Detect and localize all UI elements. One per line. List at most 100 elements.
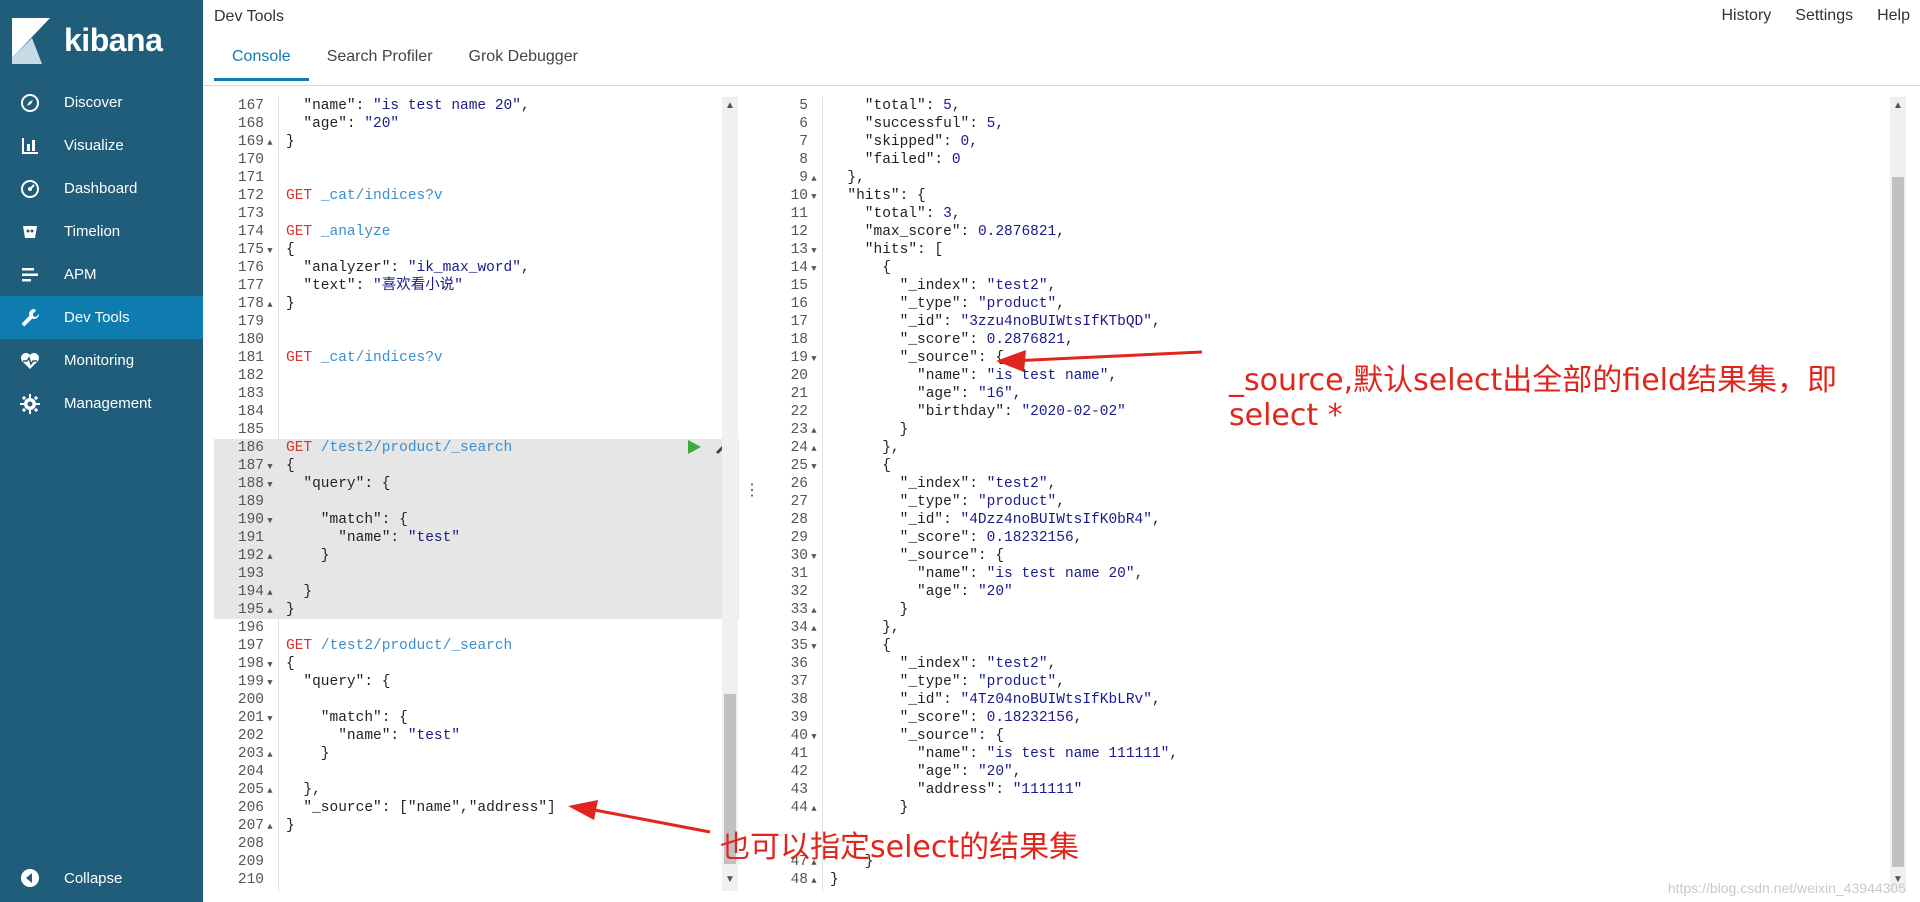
- send-request-icon[interactable]: [686, 439, 702, 455]
- code-line[interactable]: 202 "name": "test": [214, 727, 739, 745]
- code-line[interactable]: 24 ▲ },: [758, 439, 1908, 457]
- sidebar-item-apm[interactable]: APM: [0, 253, 203, 296]
- code-line[interactable]: 38 "_id": "4Tz04noBUIWtsIfKbLRv",: [758, 691, 1908, 709]
- code-line[interactable]: 208: [214, 835, 739, 853]
- code-line[interactable]: 28 "_id": "4Dzz4noBUIWtsIfK0bR4",: [758, 511, 1908, 529]
- code-line[interactable]: 18 "_score": 0.2876821,: [758, 331, 1908, 349]
- code-line[interactable]: 43 "address": "111111": [758, 781, 1908, 799]
- code-line[interactable]: 184: [214, 403, 739, 421]
- fold-toggle-icon[interactable]: ▲: [264, 602, 276, 620]
- code-line[interactable]: 16 "_type": "product",: [758, 295, 1908, 313]
- code-line[interactable]: 6 "successful": 5,: [758, 115, 1908, 133]
- code-line[interactable]: 172 GET _cat/indices?v: [214, 187, 739, 205]
- fold-toggle-icon[interactable]: ▼: [264, 710, 276, 728]
- request-editor[interactable]: 167 "name": "is test name 20", 168 "age":…: [214, 97, 739, 891]
- code-line[interactable]: 179: [214, 313, 739, 331]
- code-line[interactable]: 198 ▼ {: [214, 655, 739, 673]
- code-line[interactable]: 199 ▼ "query": {: [214, 673, 739, 691]
- code-line[interactable]: 39 "_score": 0.18232156,: [758, 709, 1908, 727]
- code-line[interactable]: 186 GET /test2/product/_search: [214, 439, 739, 457]
- code-line[interactable]: 189: [214, 493, 739, 511]
- code-line[interactable]: 192 ▲ }: [214, 547, 739, 565]
- code-line[interactable]: 178 ▲}: [214, 295, 739, 313]
- code-line[interactable]: 200: [214, 691, 739, 709]
- code-line[interactable]: 176 "analyzer": "ik_max_word",: [214, 259, 739, 277]
- sidebar-item-monitoring[interactable]: Monitoring: [0, 339, 203, 382]
- code-line[interactable]: 183: [214, 385, 739, 403]
- code-line[interactable]: 196: [214, 619, 739, 637]
- code-line[interactable]: 37 "_type": "product",: [758, 673, 1908, 691]
- fold-toggle-icon[interactable]: ▼: [808, 350, 820, 368]
- code-line[interactable]: 180: [214, 331, 739, 349]
- code-line[interactable]: 29 "_score": 0.18232156,: [758, 529, 1908, 547]
- fold-toggle-icon[interactable]: ▼: [264, 512, 276, 530]
- code-line[interactable]: 10 ▼ "hits": {: [758, 187, 1908, 205]
- tab-grok-debugger[interactable]: Grok Debugger: [451, 44, 596, 81]
- code-line[interactable]: 25 ▼ {: [758, 457, 1908, 475]
- fold-toggle-icon[interactable]: ▼: [808, 242, 820, 260]
- code-line[interactable]: 41 "name": "is test name 111111",: [758, 745, 1908, 763]
- scroll-up-icon[interactable]: ▲: [725, 100, 735, 111]
- code-line[interactable]: 169 ▲}: [214, 133, 739, 151]
- fold-toggle-icon[interactable]: ▲: [808, 440, 820, 458]
- fold-toggle-icon[interactable]: ▼: [808, 188, 820, 206]
- fold-toggle-icon[interactable]: ▼: [808, 548, 820, 566]
- code-line[interactable]: 26 "_index": "test2",: [758, 475, 1908, 493]
- sidebar-item-dev-tools[interactable]: Dev Tools: [0, 296, 203, 339]
- code-line[interactable]: 15 "_index": "test2",: [758, 277, 1908, 295]
- code-line[interactable]: 185: [214, 421, 739, 439]
- code-line[interactable]: 205 ▲ },: [214, 781, 739, 799]
- kibana-logo[interactable]: kibana: [10, 16, 200, 66]
- collapse-button[interactable]: Collapse: [0, 858, 203, 898]
- code-line[interactable]: 7 "skipped": 0,: [758, 133, 1908, 151]
- fold-toggle-icon[interactable]: ▼: [264, 476, 276, 494]
- code-line[interactable]: 11 "total": 3,: [758, 205, 1908, 223]
- fold-toggle-icon[interactable]: ▼: [264, 242, 276, 260]
- code-line[interactable]: 209: [214, 853, 739, 871]
- code-line[interactable]: 36 "_index": "test2",: [758, 655, 1908, 673]
- help-link[interactable]: Help: [1877, 7, 1910, 25]
- fold-toggle-icon[interactable]: ▼: [264, 458, 276, 476]
- scroll-up-icon[interactable]: ▲: [1893, 100, 1903, 111]
- code-line[interactable]: 14 ▼ {: [758, 259, 1908, 277]
- code-line[interactable]: 188 ▼ "query": {: [214, 475, 739, 493]
- code-line[interactable]: 195 ▲}: [214, 601, 739, 619]
- scroll-down-icon[interactable]: ▼: [725, 874, 735, 885]
- code-line[interactable]: 182: [214, 367, 739, 385]
- fold-toggle-icon[interactable]: ▲: [808, 800, 820, 818]
- sidebar-item-visualize[interactable]: Visualize: [0, 124, 203, 167]
- code-line[interactable]: 12 "max_score": 0.2876821,: [758, 223, 1908, 241]
- code-line[interactable]: 175 ▼ {: [214, 241, 739, 259]
- settings-link[interactable]: Settings: [1795, 7, 1853, 25]
- sidebar-item-timelion[interactable]: Timelion: [0, 210, 203, 253]
- fold-toggle-icon[interactable]: ▲: [808, 872, 820, 890]
- code-line[interactable]: 191 "name": "test": [214, 529, 739, 547]
- fold-toggle-icon[interactable]: ▲: [264, 818, 276, 836]
- code-line[interactable]: 194 ▲ }: [214, 583, 739, 601]
- sidebar-item-management[interactable]: Management: [0, 382, 203, 425]
- code-line[interactable]: 201 ▼ "match": {: [214, 709, 739, 727]
- code-line[interactable]: 17 "_id": "3zzu4noBUIWtsIfKTbQD",: [758, 313, 1908, 331]
- code-line[interactable]: 187 ▼ {: [214, 457, 739, 475]
- code-line[interactable]: 40 ▼ "_source": {: [758, 727, 1908, 745]
- tab-search-profiler[interactable]: Search Profiler: [309, 44, 451, 81]
- fold-toggle-icon[interactable]: ▲: [264, 584, 276, 602]
- code-line[interactable]: 44 ▲ }: [758, 799, 1908, 817]
- code-line[interactable]: 34 ▲ },: [758, 619, 1908, 637]
- code-line[interactable]: 193: [214, 565, 739, 583]
- code-line[interactable]: 197 GET /test2/product/_search: [214, 637, 739, 655]
- code-line[interactable]: 174 GET _analyze: [214, 223, 739, 241]
- response-scrollbar[interactable]: ▲ ▼: [1890, 97, 1906, 891]
- pane-resizer-handle[interactable]: ⋮: [744, 480, 760, 510]
- code-line[interactable]: 33 ▲ }: [758, 601, 1908, 619]
- history-link[interactable]: History: [1722, 7, 1772, 25]
- code-line[interactable]: 13 ▼ "hits": [: [758, 241, 1908, 259]
- code-line[interactable]: 9 ▲ },: [758, 169, 1908, 187]
- sidebar-item-discover[interactable]: Discover: [0, 81, 203, 124]
- code-line[interactable]: 206 "_source": ["name","address"]: [214, 799, 739, 817]
- code-line[interactable]: 207 ▲}: [214, 817, 739, 835]
- fold-toggle-icon[interactable]: ▲: [264, 548, 276, 566]
- fold-toggle-icon[interactable]: ▲: [808, 170, 820, 188]
- code-line[interactable]: 35 ▼ {: [758, 637, 1908, 655]
- code-line[interactable]: 170: [214, 151, 739, 169]
